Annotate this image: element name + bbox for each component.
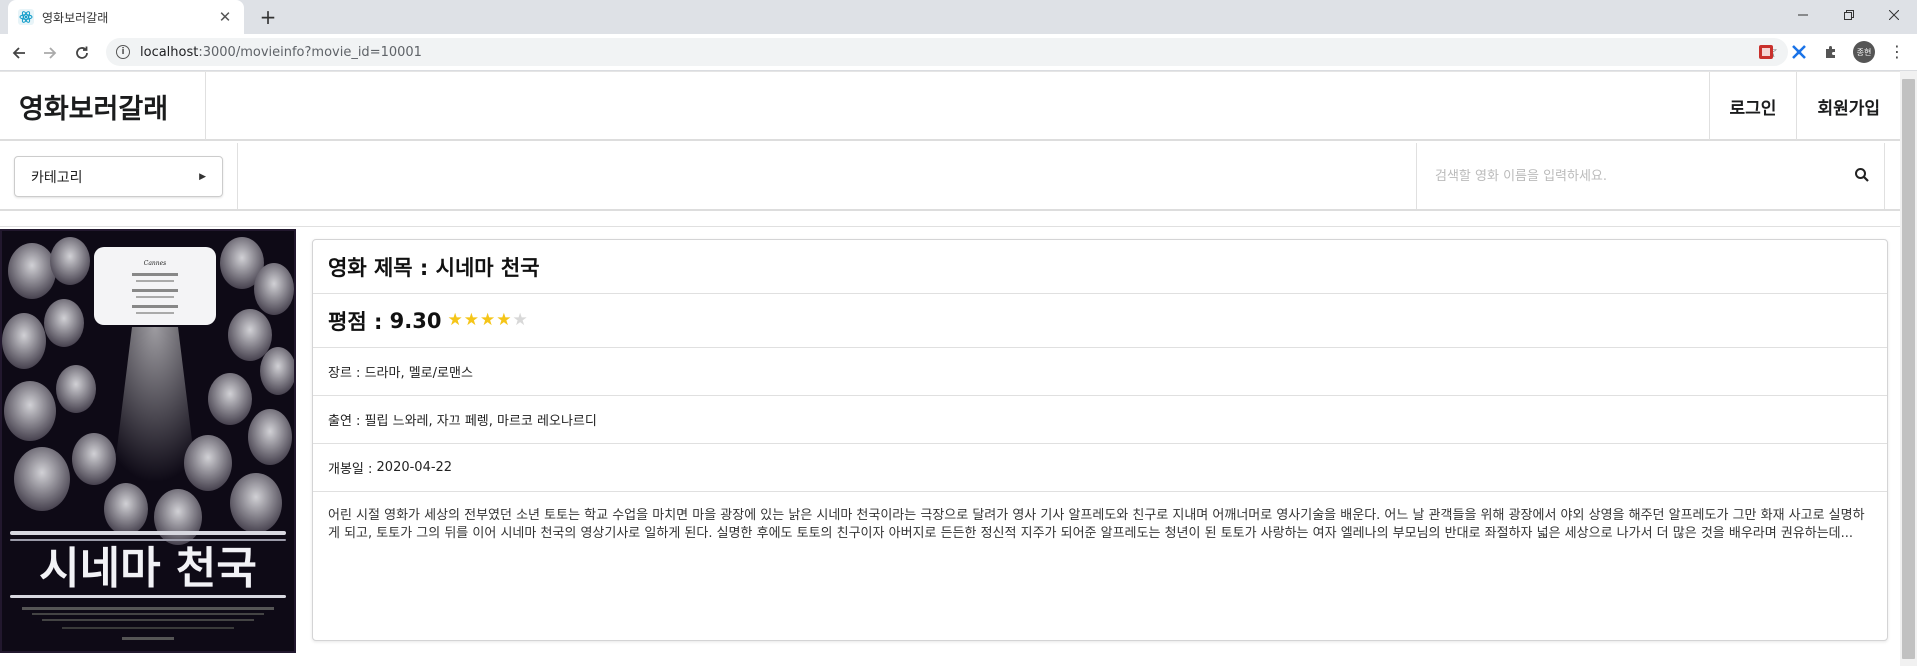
star-empty-icon: ★ <box>512 310 528 330</box>
page-viewport: 영화보러갈래 로그인 회원가입 카테고리 ▶ 검색할 영화 이름을 입력하세요.… <box>0 71 1900 666</box>
address-bar[interactable]: i localhost:3000/movieinfo?movie_id=1000… <box>106 38 1788 66</box>
browser-tab[interactable]: 영화보러갈래 ✕ <box>8 0 244 34</box>
url-host: localhost <box>140 44 199 60</box>
scrollbar-thumb[interactable] <box>1902 79 1915 659</box>
profile-avatar[interactable]: 종현 <box>1853 41 1875 63</box>
release-date: 2020-04-22 <box>376 460 453 475</box>
url-path: :3000/movieinfo?movie_id=10001 <box>198 44 422 60</box>
search-box <box>1416 143 1885 209</box>
search-input[interactable] <box>1435 168 1835 184</box>
extensions-puzzle-icon[interactable] <box>1821 42 1841 62</box>
site-info-icon[interactable]: i <box>116 45 130 59</box>
reload-icon[interactable] <box>70 41 94 65</box>
movie-title: 시네마 천국 <box>435 255 540 280</box>
react-icon <box>18 9 34 25</box>
rating-value: 9.30 <box>389 308 442 333</box>
synopsis-text: 어린 시절 영화가 세상의 전부였던 소년 토토는 학교 수업을 마치면 마을 … <box>328 508 1865 541</box>
star-filled-icon: ★ <box>480 310 496 330</box>
new-tab-button[interactable]: + <box>255 4 281 30</box>
tab-close-icon[interactable]: ✕ <box>216 8 234 26</box>
category-dropdown[interactable]: 카테고리 ▶ <box>14 156 223 197</box>
movie-info-card: 영화 제목 : 시네마 천국 평점 : 9.30 ★ ★ ★ ★ ★ 장르 : 드라마,… <box>312 239 1888 641</box>
top-navbar: 영화보러갈래 로그인 회원가입 <box>0 71 1900 141</box>
release-label: 개봉일 : <box>328 462 377 477</box>
cast-label: 출연 : <box>328 414 365 429</box>
cast-value: 필립 느와레, 자끄 페렝, 마르코 레오나르디 <box>364 414 597 429</box>
window-close-icon[interactable] <box>1871 0 1917 30</box>
category-cell: 카테고리 ▶ <box>0 143 238 209</box>
movie-poster: Cannes 시네마 천국 <box>0 229 296 653</box>
category-label: 카테고리 <box>31 169 83 186</box>
extension-pdf-icon[interactable] <box>1756 42 1776 62</box>
tab-title: 영화보러갈래 <box>42 10 109 25</box>
genre-label: 장르 : <box>328 366 365 381</box>
poster-artwork: Cannes 시네마 천국 <box>2 231 294 651</box>
synopsis-row: 어린 시절 영화가 세상의 전부였던 소년 토토는 학교 수업을 마치면 마을 … <box>313 492 1887 642</box>
movie-detail: Cannes 시네마 천국 영화 제목: 시네마 천국 평점: 9.30 ★… <box>0 226 1900 666</box>
browser-toolbar: i localhost:3000/movieinfo?movie_id=1000… <box>0 34 1917 71</box>
page-scrollbar[interactable] <box>1900 71 1917 666</box>
movie-title-row: 영화 제목 : 시네마 천국 <box>313 240 1887 294</box>
poster-title: 시네마 천국 <box>39 543 257 594</box>
caret-right-icon: ▶ <box>199 171 206 182</box>
festival-mark: Cannes <box>144 260 167 267</box>
login-link[interactable]: 로그인 <box>1708 72 1797 140</box>
auth-menu: 로그인 회원가입 <box>1708 72 1900 140</box>
cast-row: 출연 : 필립 느와레, 자끄 페렝, 마르코 레오나르디 <box>313 396 1887 444</box>
rating-stars: ★ ★ ★ ★ ★ <box>448 312 529 329</box>
star-filled-icon: ★ <box>447 310 463 330</box>
search-icon[interactable] <box>1854 167 1872 185</box>
brand-logo[interactable]: 영화보러갈래 <box>0 72 206 140</box>
extension-crossed-icon[interactable] <box>1789 42 1809 62</box>
restore-icon[interactable] <box>1826 0 1872 30</box>
rating-row: 평점 : 9.30 ★ ★ ★ ★ ★ <box>313 294 1887 348</box>
forward-icon[interactable] <box>38 41 62 65</box>
back-icon[interactable] <box>7 41 31 65</box>
browser-menu-icon[interactable]: ⋮ <box>1889 41 1905 63</box>
rating-label: 평점 : <box>328 309 390 334</box>
browser-tabbar: 영화보러갈래 ✕ + <box>0 0 1917 34</box>
genre-row: 장르 : 드라마, 멜로/로맨스 <box>313 348 1887 396</box>
star-filled-icon: ★ <box>463 310 479 330</box>
sub-navbar: 카테고리 ▶ <box>0 143 1900 211</box>
title-label: 영화 제목 : <box>328 255 436 280</box>
url-text: localhost:3000/movieinfo?movie_id=10001 <box>140 45 422 60</box>
signup-link[interactable]: 회원가입 <box>1796 72 1900 140</box>
genre-value: 드라마, 멜로/로맨스 <box>364 366 473 381</box>
minimize-icon[interactable] <box>1780 0 1826 30</box>
release-row: 개봉일 : 2020-04-22 <box>313 444 1887 492</box>
star-filled-icon: ★ <box>496 310 512 330</box>
